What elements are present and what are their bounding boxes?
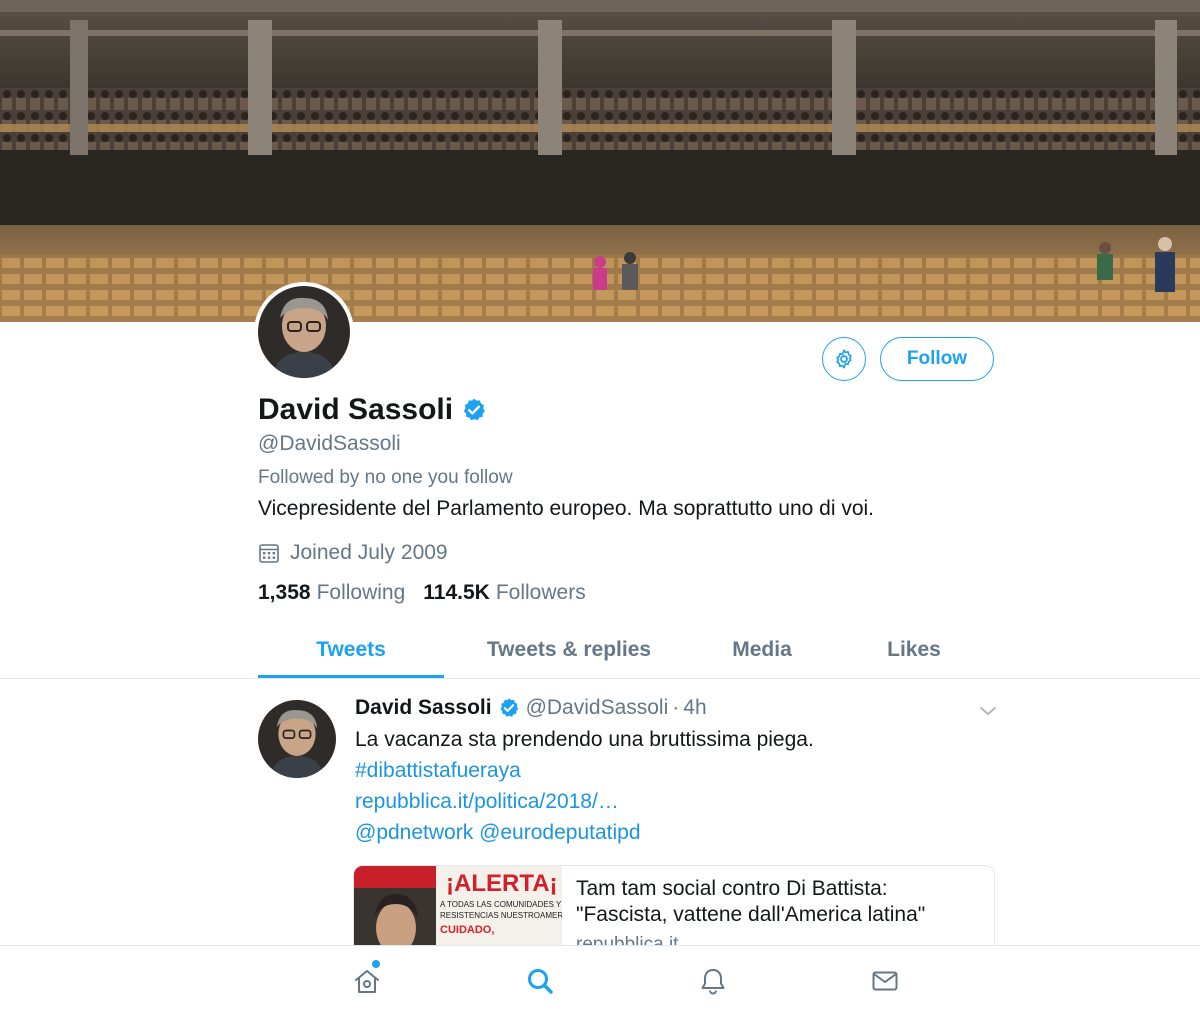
tweet-author-name[interactable]: David Sassoli bbox=[355, 696, 492, 720]
tweet-separator: · bbox=[672, 696, 680, 719]
mail-icon bbox=[872, 971, 898, 991]
tab-likes[interactable]: Likes bbox=[830, 622, 998, 678]
thumb-headline: ¡ALERTA¡ bbox=[446, 870, 558, 897]
tweet-header: David Sassoli @DavidSassoli · 4h bbox=[355, 696, 707, 720]
tweet-url-link[interactable]: repubblica.it/politica/2018/… bbox=[355, 790, 619, 814]
tweet-author-handle[interactable]: @DavidSassoli bbox=[526, 696, 669, 720]
tab-media[interactable]: Media bbox=[694, 622, 830, 678]
follow-button[interactable]: Follow bbox=[880, 337, 994, 381]
tweet-mentions: @pdnetwork @eurodeputatipd bbox=[355, 821, 641, 845]
bell-icon bbox=[701, 969, 725, 995]
profile-tabs: Tweets Tweets & replies Media Likes bbox=[258, 622, 998, 678]
card-title-line-2: "Fascista, vattene dall'America latina" bbox=[576, 903, 926, 926]
tabs-divider bbox=[0, 678, 1200, 679]
tweet-menu-button[interactable] bbox=[978, 703, 998, 719]
card-title: Tam tam social contro Di Battista: "Fasc… bbox=[576, 876, 986, 928]
card-title-line-1: Tam tam social contro Di Battista: bbox=[576, 877, 888, 900]
following-count: 1,358 bbox=[258, 581, 311, 604]
tab-tweets-and-replies[interactable]: Tweets & replies bbox=[444, 622, 694, 678]
followers-stat[interactable]: 114.5K Followers bbox=[423, 581, 585, 605]
chevron-down-icon bbox=[980, 707, 996, 715]
tweet-avatar-image bbox=[258, 700, 336, 778]
mention-eurodeputatipd[interactable]: @eurodeputatipd bbox=[479, 821, 640, 844]
thumb-subline-1: A TODAS LAS COMUNIDADES Y bbox=[440, 900, 562, 909]
home-notification-dot bbox=[372, 960, 380, 968]
tweet-hashtag[interactable]: #dibattistafueraya bbox=[355, 759, 521, 783]
profile-display-name: David Sassoli bbox=[258, 393, 487, 427]
tab-tweets[interactable]: Tweets bbox=[258, 622, 444, 678]
settings-button[interactable] bbox=[822, 337, 866, 381]
home-icon bbox=[355, 970, 379, 993]
verified-badge-icon bbox=[463, 398, 486, 421]
search-icon bbox=[528, 969, 553, 994]
joined-date: Joined July 2009 bbox=[258, 541, 448, 565]
tweet-author-avatar[interactable] bbox=[258, 700, 336, 778]
followers-count: 114.5K bbox=[423, 581, 490, 604]
profile-banner[interactable] bbox=[0, 0, 1200, 322]
profile-stats: 1,358 Following 114.5K Followers bbox=[258, 581, 586, 605]
following-stat[interactable]: 1,358 Following bbox=[258, 581, 405, 605]
tweet-timestamp[interactable]: 4h bbox=[683, 696, 706, 720]
followed-by-text: Followed by no one you follow bbox=[258, 467, 513, 488]
nav-notifications-button[interactable] bbox=[696, 964, 730, 998]
profile-avatar[interactable] bbox=[254, 282, 354, 382]
verified-badge-icon bbox=[499, 698, 518, 717]
calendar-icon bbox=[259, 544, 279, 563]
mention-pdnetwork[interactable]: @pdnetwork bbox=[355, 821, 473, 844]
nav-search-button[interactable] bbox=[523, 964, 557, 998]
profile-handle: @DavidSassoli bbox=[258, 432, 401, 455]
gear-icon bbox=[836, 349, 852, 369]
tweet-text: La vacanza sta prendendo una bruttissima… bbox=[355, 728, 814, 751]
thumb-warning: CUIDADO, bbox=[440, 924, 495, 936]
display-name-text: David Sassoli bbox=[258, 393, 454, 426]
joined-text: Joined July 2009 bbox=[290, 541, 448, 564]
thumb-subline-2: RESISTENCIAS NUESTROAMERICANAS bbox=[440, 911, 562, 920]
banner-image bbox=[0, 0, 1200, 322]
followers-label: Followers bbox=[495, 581, 586, 604]
nav-home-button[interactable] bbox=[350, 960, 384, 998]
avatar-image bbox=[258, 286, 350, 378]
profile-bio: Vicepresidente del Parlamento europeo. M… bbox=[258, 497, 874, 520]
following-label: Following bbox=[316, 581, 406, 604]
nav-messages-button[interactable] bbox=[868, 964, 902, 998]
bottom-nav-bar bbox=[0, 945, 1200, 1012]
